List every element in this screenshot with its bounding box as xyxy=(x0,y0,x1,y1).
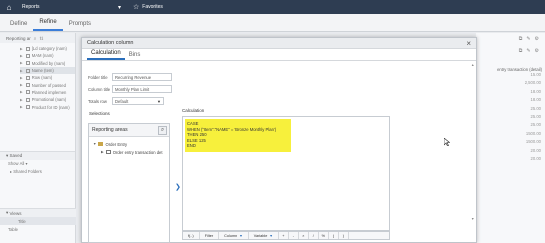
table-cell: 15.00 xyxy=(530,72,541,77)
open-paren-button[interactable]: ( xyxy=(329,232,339,239)
chevron-down-icon: ▼ xyxy=(239,233,243,238)
variable-dropdown[interactable]: Variable ▼ xyxy=(249,232,279,239)
reporting-areas-header: Reporting areas ⌕ xyxy=(89,124,169,137)
folder-icon xyxy=(98,142,104,146)
report-tabs: Define Refine Prompts xyxy=(0,14,545,32)
tab-define[interactable]: Define xyxy=(4,21,33,31)
top-bar: ⌂ Reports ▾ ☆ Favorites xyxy=(0,0,545,14)
table-cell: 1500.00 xyxy=(525,139,541,145)
column-dropdown[interactable]: Column ▼ xyxy=(219,232,249,239)
table-cell: 20.00 xyxy=(530,155,541,161)
divide-operator-button[interactable]: / xyxy=(309,232,319,239)
table-icon xyxy=(105,150,111,154)
selections-label: Selections xyxy=(89,111,110,116)
list-item[interactable]: ▶ Product for ID (nam) xyxy=(20,103,75,110)
dialog-scrollbar[interactable]: ▲ ▼ xyxy=(471,63,474,223)
copy-icon[interactable]: ⧉ xyxy=(519,36,523,42)
calculation-editor[interactable]: CASE WHEN ("Item"."NAME" = 'Bronze Month… xyxy=(182,116,390,231)
scroll-down-icon[interactable]: ▼ xyxy=(471,217,474,221)
chevron-down-icon: ▼ xyxy=(157,98,161,104)
left-panel: Reporting ar ⌕ ⇅ ▶ [Ld category (nam) ▶ MA… xyxy=(0,33,76,243)
report-preview: ⧉ ✎ ⚙ ⧉ ✎ ⚙ entry transaction (detail) 1… xyxy=(476,33,545,243)
mouse-cursor-icon xyxy=(444,138,450,146)
totals-row-label: Totals row xyxy=(88,98,107,104)
edit-icon[interactable]: ✎ xyxy=(526,36,530,42)
add-to-calculation-button[interactable]: ❯ xyxy=(175,183,181,191)
reporting-areas-panel: Reporting areas ⌕ ▼ Order Entry ▶ Order en… xyxy=(88,123,170,243)
tree-item-order-entry-detail[interactable]: ▶ Order entry transaction det xyxy=(89,148,169,156)
tree-item-order-entry[interactable]: ▼ Order Entry xyxy=(89,140,169,148)
reports-menu[interactable]: Reports xyxy=(22,4,118,10)
calculation-column-dialog: Calculation column × Calculation Bins Fo… xyxy=(81,37,477,243)
tab-refine[interactable]: Refine xyxy=(33,19,63,31)
views-header[interactable]: ▾ Views xyxy=(0,208,76,217)
table-cell: 18.00 xyxy=(530,97,541,103)
list-item[interactable]: ▶ Planned implemen xyxy=(20,89,75,96)
chevron-down-icon[interactable]: ▾ xyxy=(118,4,121,11)
minus-operator-button[interactable]: - xyxy=(289,232,299,239)
edit-icon[interactable]: ✎ xyxy=(526,48,530,54)
saved-section[interactable]: ▾ Saved xyxy=(0,150,75,160)
table-cell: 25.00 xyxy=(530,113,541,119)
show-filter[interactable]: Show All ▾ xyxy=(0,160,75,168)
dialog-title: Calculation column × xyxy=(82,38,476,49)
reporting-areas-header: Reporting ar ⌕ ⇅ xyxy=(0,33,75,43)
folder-title-row: Folder title Recurring Revenue xyxy=(88,73,172,81)
multiply-operator-button[interactable]: × xyxy=(299,232,309,239)
list-item[interactable]: ▶ Modified by (nam) xyxy=(20,60,75,67)
gear-icon[interactable]: ⚙ xyxy=(535,36,539,42)
scroll-up-icon[interactable]: ▲ xyxy=(471,63,474,67)
home-icon[interactable]: ⌂ xyxy=(0,3,18,12)
table-cell: 20.00 xyxy=(530,147,541,153)
calculation-label: Calculation xyxy=(182,108,205,113)
chevron-down-icon: ▼ xyxy=(269,233,273,238)
list-item[interactable]: ▶ [Ld category (nam) xyxy=(20,45,75,52)
list-item[interactable]: ▶ MAM (nam) xyxy=(20,52,75,59)
list-item[interactable]: ▶ Number of passed xyxy=(20,81,75,88)
list-item[interactable]: ▶ Promotional (nam) xyxy=(20,96,75,103)
copy-icon[interactable]: ⧉ xyxy=(519,48,523,54)
table-cell: 25.00 xyxy=(530,105,541,111)
column-title-row: Column title Monthly Plan Limit xyxy=(88,85,172,93)
list-item[interactable]: ▶ Row (nam) xyxy=(20,74,75,81)
favorites-menu[interactable]: Favorites xyxy=(142,4,163,10)
close-paren-button[interactable]: ) xyxy=(339,232,349,239)
gear-icon[interactable]: ⚙ xyxy=(535,48,539,54)
search-icon[interactable]: ⌕ xyxy=(158,126,167,135)
calculation-code-highlight: CASE WHEN ("Item"."NAME" = 'Bronze Month… xyxy=(185,119,291,152)
star-icon[interactable]: ☆ xyxy=(133,3,139,11)
column-title-field[interactable]: Monthly Plan Limit xyxy=(112,85,172,93)
percent-operator-button[interactable]: % xyxy=(319,232,329,239)
calculation-toolbar: f(..) Filter Column ▼ Variable ▼ + - × / %… xyxy=(182,231,390,240)
totals-row-select[interactable]: Default ▼ xyxy=(112,97,164,105)
list-item[interactable]: ▶ Name (tem) xyxy=(20,66,75,75)
totals-row-row: Totals row Default ▼ xyxy=(88,97,164,105)
tab-calculation[interactable]: Calculation xyxy=(87,50,125,60)
table-cell: 1500.00 xyxy=(525,130,541,136)
tab-bins[interactable]: Bins xyxy=(125,52,145,60)
view-title-item[interactable]: Title xyxy=(0,217,76,225)
function-button[interactable]: f(..) xyxy=(183,232,200,239)
view-table-item[interactable]: Table xyxy=(0,225,76,233)
plus-operator-button[interactable]: + xyxy=(279,232,289,239)
table-cell: 2,500.00 xyxy=(524,80,541,86)
tab-prompts[interactable]: Prompts xyxy=(63,21,97,31)
filter-button[interactable]: Filter xyxy=(200,232,220,239)
table-cell: 18.00 xyxy=(530,88,541,94)
column-title-label: Column title xyxy=(88,86,111,92)
filter-icon[interactable]: ⌕ ⇅ xyxy=(34,36,44,41)
dialog-tabs: Calculation Bins xyxy=(82,49,476,61)
shared-folders[interactable]: ▸ Shared Folders xyxy=(0,168,75,176)
field-list: ▶ [Ld category (nam) ▶ MAM (nam) ▶ Modified… xyxy=(0,43,75,111)
folder-title-field[interactable]: Recurring Revenue xyxy=(112,73,172,81)
table-cell: 25.00 xyxy=(530,122,541,128)
code-line: END xyxy=(187,143,196,148)
folder-title-label: Folder title xyxy=(88,74,108,80)
close-icon[interactable]: × xyxy=(466,39,471,48)
views-section: ▾ Views Title Table xyxy=(0,208,76,233)
